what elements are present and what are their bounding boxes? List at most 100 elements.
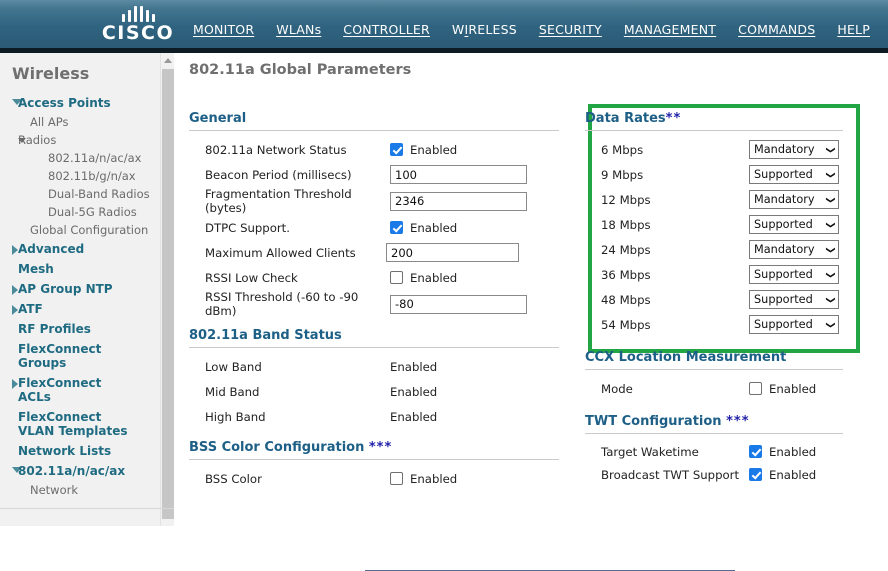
nav-item-wireless[interactable]: WIRELESS: [440, 22, 528, 53]
sidebar-title: Wireless: [12, 64, 90, 83]
sidebar-item-atf[interactable]: ATF: [0, 299, 160, 319]
beacon-period-input[interactable]: [390, 165, 527, 184]
data-rate-select[interactable]: Supported ❯: [749, 290, 839, 309]
data-rate-select[interactable]: Supported ❯: [749, 265, 839, 284]
scroll-up-arrow-icon[interactable]: [161, 53, 175, 67]
data-rate-row: 54 Mbps Supported ❯: [585, 312, 873, 337]
low-band-value: Enabled: [390, 359, 438, 374]
beacon-period-label: Beacon Period (millisecs): [205, 167, 352, 182]
sidebar-item-label: FlexConnect Groups: [18, 342, 102, 370]
chevron-down-icon: ❯: [825, 145, 836, 154]
nav-item-label: MONITOR: [193, 22, 255, 37]
network-status-checkbox[interactable]: [390, 143, 403, 156]
sidebar-item-radios[interactable]: Radios: [0, 131, 160, 149]
sidebar-item-802-11b-g-n-ax[interactable]: 802.11b/g/n/ax: [0, 167, 160, 185]
sidebar-item-rf-profiles[interactable]: RF Profiles: [0, 319, 160, 339]
chevron-right-icon[interactable]: [0, 279, 18, 295]
sidebar-item-label: Access Points: [18, 96, 111, 110]
section-divider: [189, 347, 559, 348]
sidebar-item-flexconnect-vlan-templates[interactable]: FlexConnect VLAN Templates: [0, 407, 160, 441]
row-dtpc-support: DTPC Support. Enabled: [189, 215, 559, 240]
rssi-low-check-checkbox[interactable]: [390, 271, 403, 284]
sidebar-tree: Access Points All APs Radios 802.11a/n/ac/a…: [0, 83, 160, 499]
chevron-down-icon[interactable]: [0, 131, 26, 143]
band-status-section-heading: 802.11a Band Status: [189, 328, 342, 343]
data-rate-select[interactable]: Mandatory ❯: [749, 140, 839, 159]
section-divider: [585, 369, 843, 370]
nav-item-help[interactable]: HELP: [826, 22, 881, 48]
sidebar-item-dual-band-radios[interactable]: Dual-Band Radios: [0, 185, 160, 203]
nav-item-commands[interactable]: COMMANDS: [727, 22, 826, 48]
bss-color-heading-text: BSS Color Configuration: [189, 440, 365, 455]
data-rates-heading-stars: **: [665, 111, 682, 126]
fragmentation-threshold-input[interactable]: [390, 191, 527, 211]
scrollbar-thumb[interactable]: [162, 69, 174, 519]
row-broadcast-twt-support: Broadcast TWT Support Enabled: [585, 463, 873, 486]
sidebar-scrollbar[interactable]: [160, 53, 174, 526]
sidebar-item-label: Mesh: [18, 262, 54, 276]
cisco-logo[interactable]: CISCO: [88, 4, 188, 46]
max-clients-input[interactable]: [386, 243, 519, 262]
sidebar-item-802-11a-n-ac-ax[interactable]: 802.11a/n/ac/ax: [0, 149, 160, 167]
sidebar-item-network[interactable]: Network: [0, 481, 160, 499]
bss-color-heading-stars: ***: [368, 440, 393, 455]
dtpc-support-checkbox[interactable]: [390, 221, 403, 234]
broadcast-twt-support-checkbox[interactable]: [749, 468, 762, 481]
data-rate-label: 12 Mbps: [601, 192, 651, 207]
chevron-right-icon[interactable]: [0, 299, 18, 315]
row-max-clients: Maximum Allowed Clients: [189, 240, 559, 265]
main-content: 802.11a Global Parameters General 802.11…: [175, 53, 888, 571]
sidebar-item-label: Network: [30, 483, 79, 497]
rssi-threshold-input[interactable]: [390, 294, 527, 314]
chevron-down-icon[interactable]: [0, 93, 22, 105]
sidebar-item-flexconnect-groups[interactable]: FlexConnect Groups: [0, 339, 160, 373]
data-rate-row: 36 Mbps Supported ❯: [585, 262, 873, 287]
target-waketime-checkbox[interactable]: [749, 445, 762, 458]
data-rate-select[interactable]: Supported ❯: [749, 215, 839, 234]
fragmentation-threshold-label: Fragmentation Threshold (bytes): [205, 187, 352, 215]
sidebar-item-mesh[interactable]: Mesh: [0, 259, 160, 279]
nav-item-wlans[interactable]: WLANs: [265, 22, 332, 48]
chevron-down-icon: ❯: [825, 270, 836, 279]
nav-item-label: WIRELESS: [451, 22, 517, 37]
sidebar-item-global-configuration[interactable]: Global Configuration: [0, 221, 160, 239]
sidebar-item-802-11a-n-ac-ax[interactable]: 802.11a/n/ac/ax: [0, 461, 160, 481]
max-clients-label: Maximum Allowed Clients: [205, 245, 356, 260]
nav-item-management[interactable]: MANAGEMENT: [613, 22, 727, 48]
rssi-low-check-checkbox-label: Enabled: [410, 270, 458, 285]
rssi-threshold-label: RSSI Threshold (-60 to -90 dBm): [205, 290, 359, 318]
data-rate-select[interactable]: Supported ❯: [749, 315, 839, 334]
data-rate-select-value: Mandatory: [754, 243, 815, 256]
nav-item-controller[interactable]: CONTROLLER: [332, 22, 441, 48]
chevron-down-icon[interactable]: [0, 461, 22, 473]
nav-item-label: COMMANDS: [738, 22, 816, 37]
data-rate-select[interactable]: Mandatory ❯: [749, 240, 839, 259]
chevron-down-icon: ❯: [825, 220, 836, 229]
data-rate-row: 6 Mbps Mandatory ❯: [585, 137, 873, 162]
row-ccx-mode: Mode Enabled: [585, 376, 873, 401]
sidebar-item-advanced[interactable]: Advanced: [0, 239, 160, 259]
sidebar-item-label: FlexConnect ACLs: [18, 376, 102, 404]
row-bss-color: BSS Color Enabled: [189, 466, 559, 491]
nav-item-monitor[interactable]: MONITOR: [182, 22, 265, 48]
sidebar-item-access-points[interactable]: Access Points: [0, 93, 160, 113]
cisco-wordmark: CISCO: [101, 22, 175, 44]
sidebar-item-network-lists[interactable]: Network Lists: [0, 441, 160, 461]
ccx-mode-label: Mode: [601, 381, 633, 396]
data-rate-select-value: Supported: [754, 318, 813, 331]
bss-color-checkbox[interactable]: [390, 472, 403, 485]
ccx-mode-checkbox[interactable]: [749, 382, 762, 395]
sidebar-item-flexconnect-acls[interactable]: FlexConnect ACLs: [0, 373, 160, 407]
data-rate-row: 18 Mbps Supported ❯: [585, 212, 873, 237]
sidebar-item-dual-5g-radios[interactable]: Dual-5G Radios: [0, 203, 160, 221]
chevron-right-icon[interactable]: [0, 239, 18, 255]
sidebar-item-all-aps[interactable]: All APs: [0, 113, 160, 131]
sidebar-item-label: ATF: [18, 302, 43, 316]
nav-item-security[interactable]: SECURITY: [528, 22, 613, 48]
data-rate-select[interactable]: Mandatory ❯: [749, 190, 839, 209]
chevron-right-icon[interactable]: [0, 373, 18, 389]
top-banner: CISCO MONITOR WLANs CONTROLLER WIRELESS SECU…: [0, 0, 888, 53]
ccx-mode-checkbox-label: Enabled: [769, 381, 817, 396]
data-rate-select[interactable]: Supported ❯: [749, 165, 839, 184]
sidebar-item-ap-group-ntp[interactable]: AP Group NTP: [0, 279, 160, 299]
